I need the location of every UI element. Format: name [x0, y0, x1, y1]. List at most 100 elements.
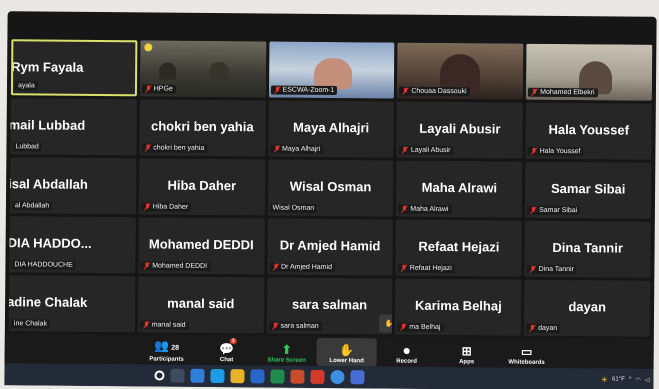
participant-label-text: Refaat Hejazi: [409, 264, 452, 273]
participant-tile[interactable]: Mohamed Elbekri: [526, 43, 653, 101]
participant-label-text: ma Belhaj: [409, 323, 441, 331]
whiteboards-button[interactable]: ▭ Whiteboards: [497, 339, 557, 368]
participant-tile[interactable]: Chouaa Dassouki: [397, 42, 524, 100]
participant-label: Lubbad: [12, 142, 42, 152]
participant-name: Hiba Daher: [167, 177, 237, 194]
participant-tile[interactable]: Samar Sibai Samar Sibai: [525, 161, 652, 219]
lower-hand-popup[interactable]: ✋Lower Hand: [378, 314, 393, 333]
participant-label: al Abdallah: [11, 201, 53, 211]
record-button[interactable]: ⏺ Record: [377, 338, 437, 367]
chrome-icon[interactable]: [330, 370, 345, 385]
participant-label-text: sara salman: [280, 322, 319, 330]
mic-muted-icon: [143, 262, 150, 269]
hand-icon: ✋: [384, 320, 393, 328]
participant-tile[interactable]: Refaat Hejazi Refaat Hejazi: [395, 219, 523, 277]
participant-tile[interactable]: mail Lubbad Lubbad: [10, 98, 137, 156]
file-explorer-icon[interactable]: [230, 369, 245, 384]
participant-label: Hiba Daher: [140, 202, 192, 212]
lower-hand-button[interactable]: ✋ Lower Hand: [316, 337, 377, 367]
participant-label: ine Chalak: [10, 319, 51, 329]
participant-tile[interactable]: ESCWA-Zoom-1: [268, 41, 395, 99]
participant-tile[interactable]: Maya Alhajri Maya Alhajri: [267, 100, 395, 158]
participants-count: 28: [171, 344, 180, 352]
participant-label: DIA HADDOUCHE: [11, 260, 76, 270]
participant-label: sara salman: [268, 321, 322, 331]
participant-label: Hala Youssef: [527, 146, 584, 157]
mic-muted-icon: [273, 145, 280, 152]
edge-icon[interactable]: [210, 368, 225, 384]
participant-tile[interactable]: Dina Tannir Dina Tannir: [524, 220, 651, 278]
chevron-up-icon[interactable]: ^: [629, 377, 632, 383]
mic-muted-icon: [530, 266, 537, 273]
widgets-icon[interactable]: [190, 368, 205, 383]
participant-label: Layali Abusir: [398, 145, 454, 156]
participant-tile[interactable]: sara salman sara salman ✋Lower Hand: [266, 277, 393, 335]
mic-muted-icon: [271, 322, 278, 329]
participant-name: Refaat Hejazi: [418, 238, 500, 255]
mic-muted-icon: [529, 325, 536, 332]
participant-name: dayan: [568, 299, 607, 315]
apps-icon: ⊞: [461, 344, 472, 359]
participant-tile[interactable]: isal Abdallah al Abdallah: [9, 157, 137, 215]
volume-icon[interactable]: ◁: [645, 376, 650, 383]
hand-icon: ✋: [339, 343, 355, 358]
powerpoint-icon[interactable]: [290, 369, 305, 384]
participant-name: Layali Abusir: [419, 120, 501, 137]
participant-label-text: ine Chalak: [13, 320, 48, 328]
participant-tile[interactable]: adine Chalak ine Chalak: [8, 275, 136, 333]
zoom-icon[interactable]: [350, 370, 365, 385]
mic-muted-icon: [274, 86, 281, 93]
participant-tile[interactable]: Hiba Daher Hiba Daher: [138, 158, 265, 216]
mic-muted-icon: [145, 85, 152, 92]
excel-icon[interactable]: [270, 369, 285, 384]
chat-label: Chat: [219, 357, 234, 364]
mic-muted-icon: [530, 207, 537, 214]
participant-tile[interactable]: Maha Alrawi Maha Alrawi: [396, 160, 523, 218]
participant-tile[interactable]: Rym Fayala ayala: [10, 39, 138, 97]
share-screen-button[interactable]: ⬆ Share Screen: [257, 337, 317, 366]
participant-tile[interactable]: Dr Amjed Hamid Dr Amjed Hamid: [266, 218, 394, 276]
participant-tile[interactable]: dayan dayan: [524, 279, 651, 337]
participant-name: sara salman: [291, 296, 368, 313]
participant-label-text: ayala: [17, 82, 35, 90]
mic-muted-icon: [401, 265, 408, 272]
participant-tile[interactable]: Mohamed DEDDI Mohamed DEDDI: [138, 217, 265, 275]
participant-name: mail Lubbad: [10, 117, 86, 133]
participant-label-text: chokri ben yahia: [153, 144, 205, 152]
participant-tile[interactable]: Wisal Osman Wisal Osman: [267, 159, 394, 217]
participant-label-text: Samar Sibai: [539, 206, 578, 215]
search-icon[interactable]: [154, 370, 165, 381]
participant-name: Mohamed DEDDI: [148, 236, 254, 253]
participant-tile[interactable]: chokri ben yahia chokri ben yahia: [139, 99, 266, 157]
participant-name: manal said: [167, 295, 235, 312]
participant-tile[interactable]: Karima Belhaj ma Belhaj: [395, 278, 522, 336]
participant-tile[interactable]: HPGe: [139, 40, 266, 98]
participant-label-text: Dr Amjed Hamid: [280, 263, 333, 272]
apps-button[interactable]: ⊞ Apps: [437, 339, 497, 368]
participant-tile[interactable]: Hala Youssef Hala Youssef: [525, 102, 652, 160]
task-view-icon[interactable]: [170, 368, 185, 383]
app-icon[interactable]: [310, 369, 325, 384]
chat-icon: 💬: [219, 342, 235, 357]
participant-label: dayan: [526, 323, 561, 334]
participant-name: isal Abdallah: [9, 176, 88, 192]
participant-name: Maya Alhajri: [293, 119, 370, 136]
participant-label-text: Maya Alhajri: [282, 145, 321, 153]
participant-label-text: DIA HADDOUCHE: [14, 261, 73, 269]
participant-label: Chouaa Dassouki: [399, 86, 470, 97]
outlook-icon[interactable]: [250, 369, 265, 384]
participant-name: Dina Tannir: [552, 239, 624, 256]
person-silhouette: [313, 57, 352, 90]
participants-button[interactable]: 👥 28 Participants: [137, 336, 197, 365]
participant-label-text: Wisal Osman: [272, 204, 315, 212]
participant-name: Samar Sibai: [550, 180, 626, 197]
participant-tile[interactable]: DIA HADDO... DIA HADDOUCHE: [9, 216, 136, 274]
share-screen-icon: ⬆: [281, 342, 292, 357]
participant-tile[interactable]: manal said manal said: [137, 276, 264, 334]
participant-label-text: Lubbad: [15, 143, 39, 151]
wifi-icon[interactable]: ◠: [636, 376, 641, 383]
participants-icon: 👥 28: [154, 338, 180, 353]
participant-label: Dr Amjed Hamid: [268, 262, 336, 273]
participant-tile[interactable]: Layali Abusir Layali Abusir: [396, 101, 524, 159]
chat-button[interactable]: 3 💬 Chat: [197, 337, 257, 366]
